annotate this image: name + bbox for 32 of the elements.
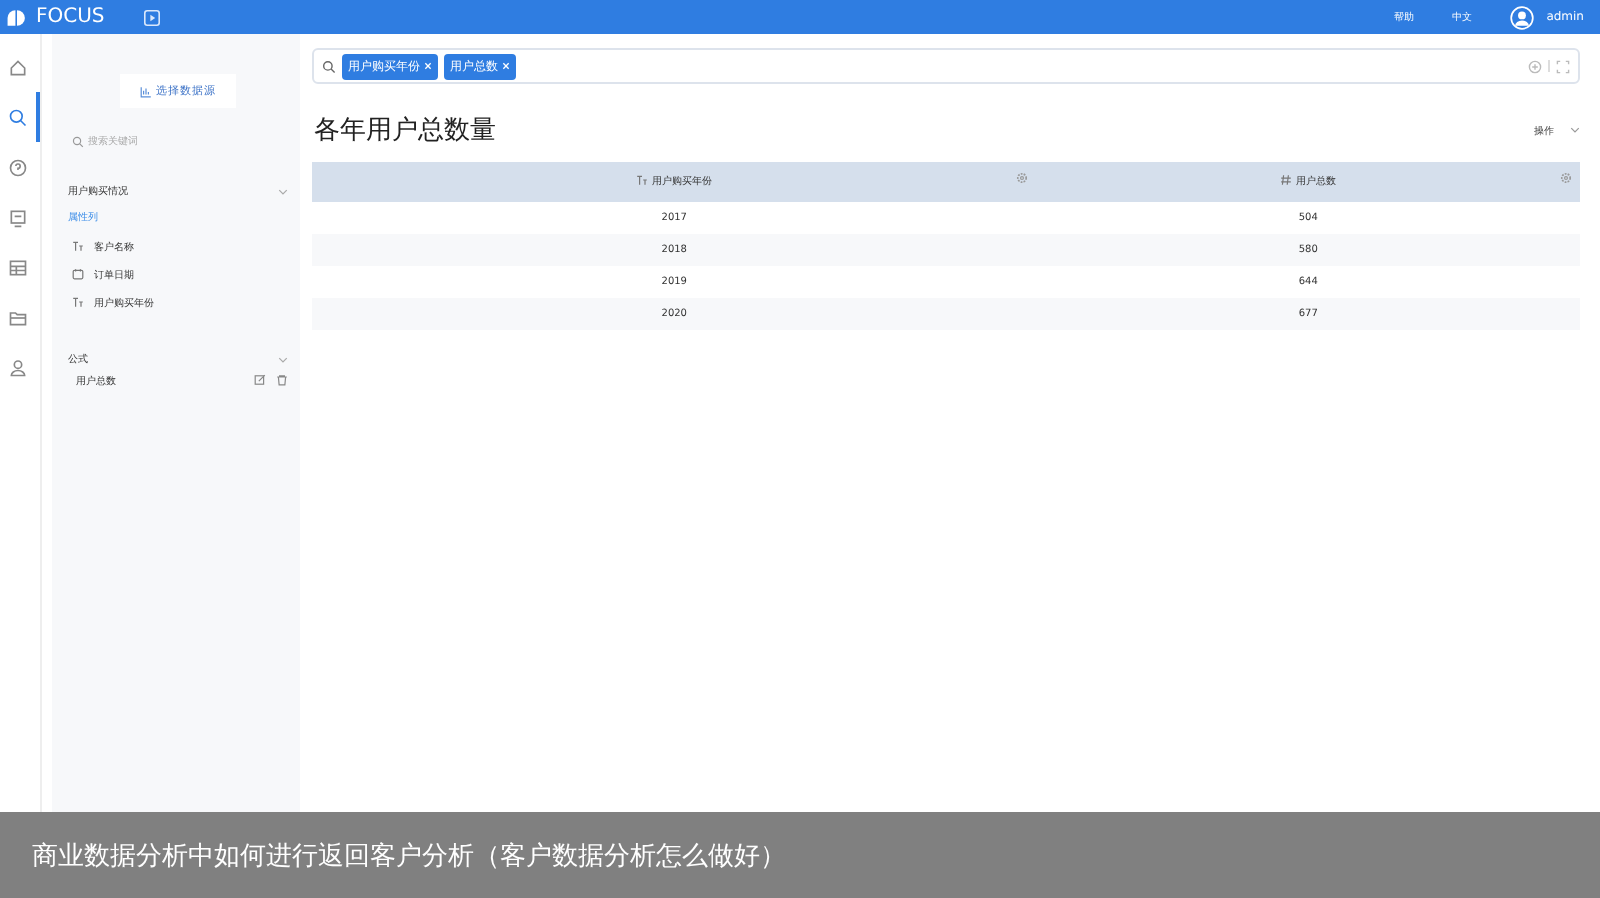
add-circle-icon[interactable]	[1528, 59, 1542, 73]
text-field-icon	[72, 240, 84, 252]
logo-text: FOCUS	[36, 6, 105, 28]
help-icon	[8, 157, 28, 177]
expand-icon[interactable]	[1556, 59, 1570, 73]
table-icon	[8, 257, 28, 277]
close-icon[interactable]	[424, 62, 432, 70]
report-title: 各年用户总数量	[314, 114, 496, 148]
search-icon	[322, 59, 336, 73]
calendar-icon	[72, 268, 84, 280]
caption-text: 商业数据分析中如何进行返回客户分析（客户数据分析怎么做好）	[32, 839, 786, 873]
search-icon	[8, 107, 28, 127]
play-icon[interactable]	[144, 9, 161, 25]
bar-chart-icon	[140, 85, 152, 97]
avatar-icon[interactable]	[1510, 5, 1535, 29]
gear-icon[interactable]	[1016, 172, 1029, 184]
logo-icon	[6, 7, 28, 27]
chevron-icon[interactable]	[278, 187, 288, 195]
text-field-icon	[72, 296, 84, 308]
board-icon	[8, 207, 28, 227]
chevron-icon[interactable]	[1570, 126, 1580, 134]
home-icon	[8, 57, 28, 77]
edit-icon[interactable]	[254, 374, 266, 386]
gear-icon[interactable]	[1560, 172, 1572, 184]
close-icon[interactable]	[502, 62, 510, 70]
search-icon	[72, 136, 84, 148]
user-icon	[8, 357, 28, 377]
folder-icon	[8, 307, 28, 327]
text-field-icon	[636, 174, 649, 187]
number-icon	[1280, 174, 1293, 187]
trash-icon[interactable]	[276, 374, 288, 386]
chevron-icon[interactable]	[278, 355, 288, 363]
